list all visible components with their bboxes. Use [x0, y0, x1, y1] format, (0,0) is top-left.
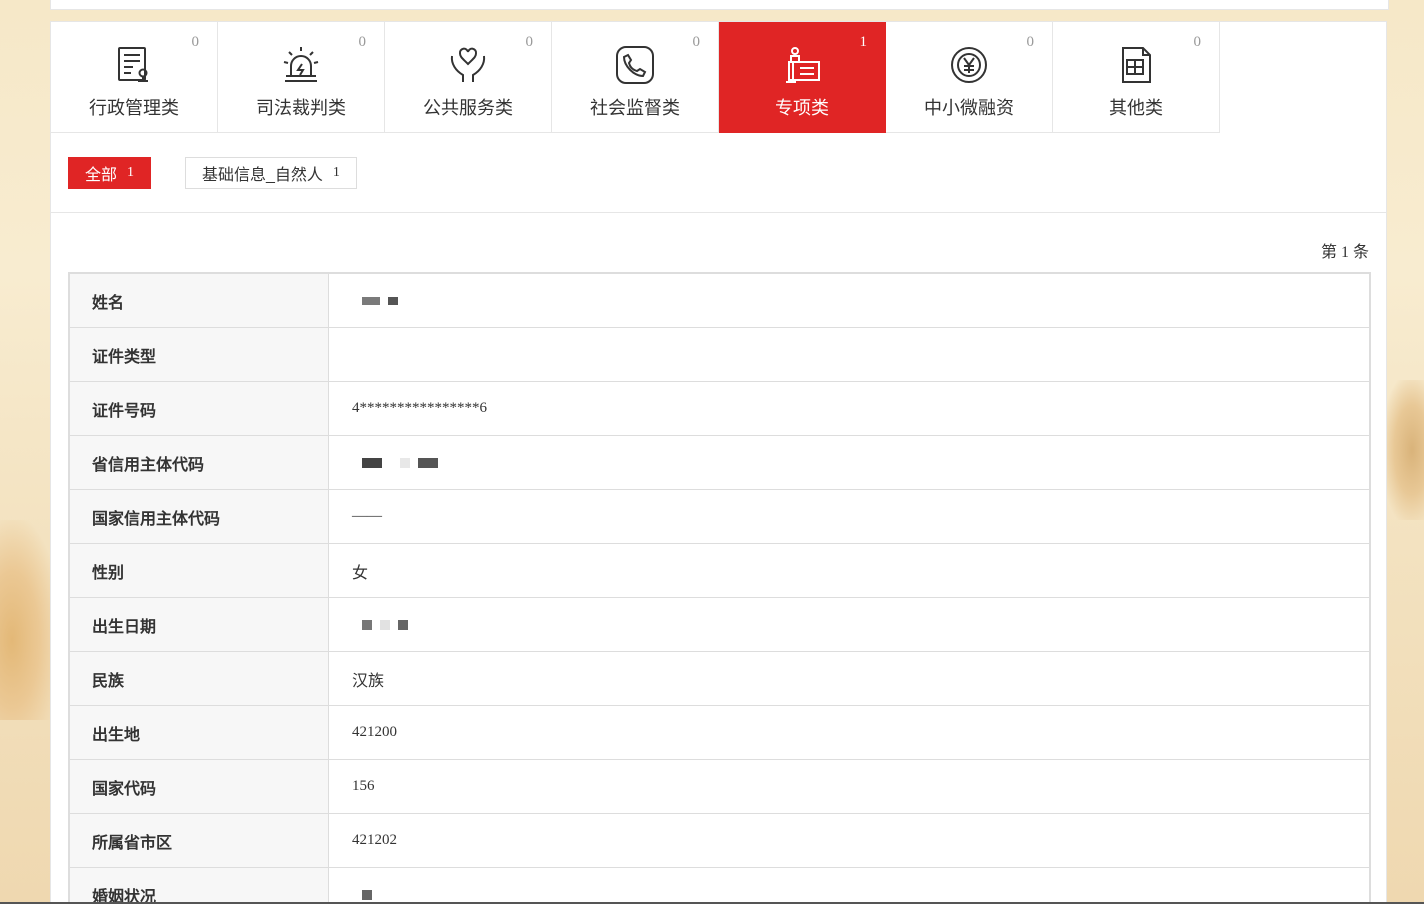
tab-count: 0 [1026, 34, 1035, 50]
table-row: 国家代码 156 [70, 760, 1369, 814]
masked-value [362, 889, 372, 900]
table-row: 性别 女 [70, 544, 1369, 598]
tab-label: 行政管理类 [89, 98, 179, 118]
detail-table: 姓名 证件类型 证件号码 4****************6 省信用主体代码 … [68, 272, 1371, 904]
tab-label: 中小微融资 [924, 98, 1014, 118]
table-row: 证件号码 4****************6 [70, 382, 1369, 436]
filter-label: 基础信息_自然人 [202, 167, 323, 184]
table-row: 证件类型 [70, 328, 1369, 382]
field-name-label: 姓名 [70, 274, 329, 327]
field-gender-value: 女 [352, 564, 369, 582]
field-id-type-value [329, 328, 1369, 381]
tab-social-supervision[interactable]: 0 社会监督类 [552, 22, 719, 133]
field-birthplace-label: 出生地 [70, 706, 329, 759]
record-count: 第1条 [1321, 238, 1369, 262]
field-province-code-label: 省信用主体代码 [70, 436, 329, 489]
tab-sme-financing[interactable]: 0 中小微融资 [886, 22, 1053, 133]
filter-all[interactable]: 全部 1 [68, 157, 152, 189]
field-birthplace-value: 421200 [352, 724, 397, 740]
field-marital-status-label: 婚姻状况 [70, 868, 329, 904]
tab-label: 专项类 [775, 98, 829, 118]
filter-basic-info-person[interactable]: 基础信息_自然人 1 [185, 157, 357, 189]
table-row: 国家信用主体代码 —— [70, 490, 1369, 544]
field-region-label: 所属省市区 [70, 814, 329, 867]
tab-other[interactable]: 0 其他类 [1053, 22, 1220, 133]
section-divider [51, 212, 1386, 213]
filter-count: 1 [127, 165, 135, 180]
field-gender-label: 性别 [70, 544, 329, 597]
filter-label: 全部 [85, 167, 118, 184]
tab-label: 公共服务类 [423, 98, 513, 118]
top-panel-edge [50, 0, 1389, 10]
field-id-number-value: 4****************6 [352, 400, 487, 416]
field-national-code-value: —— [352, 508, 382, 524]
background-tower-decoration [1384, 380, 1424, 520]
field-id-number-label: 证件号码 [70, 382, 329, 435]
credit-detail-panel: 0 行政管理类 0 司法裁判类 0 公共服务类 0 社会监督类 1 专项类 0 … [50, 21, 1387, 904]
masked-value [362, 619, 408, 630]
tab-count: 1 [859, 34, 868, 50]
heart-hand-icon [447, 44, 489, 86]
tab-label: 社会监督类 [590, 98, 680, 118]
table-row: 出生地 421200 [70, 706, 1369, 760]
field-name-value [329, 274, 1369, 327]
tab-judicial[interactable]: 0 司法裁判类 [218, 22, 385, 133]
tab-count: 0 [692, 34, 701, 50]
filter-count: 1 [332, 165, 340, 180]
field-country-code-label: 国家代码 [70, 760, 329, 813]
field-ethnicity-label: 民族 [70, 652, 329, 705]
grid-document-icon [1115, 44, 1157, 86]
field-birth-date-label: 出生日期 [70, 598, 329, 651]
tab-public-service[interactable]: 0 公共服务类 [385, 22, 552, 133]
field-birth-date-value [329, 598, 1369, 651]
alarm-siren-icon [280, 44, 322, 86]
record-count-value: 1 [1340, 244, 1349, 261]
table-row: 民族 汉族 [70, 652, 1369, 706]
document-stamp-icon [113, 44, 155, 86]
tab-count: 0 [358, 34, 367, 50]
field-marital-status-value [329, 868, 1369, 904]
table-row: 出生日期 [70, 598, 1369, 652]
tab-count: 0 [525, 34, 534, 50]
field-id-type-label: 证件类型 [70, 328, 329, 381]
tab-special[interactable]: 1 专项类 [719, 22, 886, 133]
table-row: 省信用主体代码 [70, 436, 1369, 490]
field-province-code-value [329, 436, 1369, 489]
record-count-suffix: 条 [1352, 244, 1369, 261]
record-count-prefix: 第 [1320, 244, 1337, 261]
phone-icon [614, 44, 656, 86]
table-row: 婚姻状况 [70, 868, 1369, 904]
field-ethnicity-value: 汉族 [352, 672, 385, 690]
tab-label: 司法裁判类 [256, 98, 346, 118]
table-row: 姓名 [70, 274, 1369, 328]
field-national-code-label: 国家信用主体代码 [70, 490, 329, 543]
filter-chips: 全部 1 基础信息_自然人 1 [68, 157, 357, 189]
tab-count: 0 [191, 34, 200, 50]
tab-admin-management[interactable]: 0 行政管理类 [51, 22, 218, 133]
field-country-code-value: 156 [352, 778, 375, 794]
certificate-icon [781, 44, 823, 86]
category-tabs: 0 行政管理类 0 司法裁判类 0 公共服务类 0 社会监督类 1 专项类 0 … [51, 22, 1386, 134]
field-region-value: 421202 [352, 832, 397, 848]
masked-value [362, 296, 398, 305]
table-row: 所属省市区 421202 [70, 814, 1369, 868]
yen-coin-icon [948, 44, 990, 86]
masked-value [362, 457, 438, 468]
tab-label: 其他类 [1109, 98, 1163, 118]
tab-count: 0 [1193, 34, 1202, 50]
